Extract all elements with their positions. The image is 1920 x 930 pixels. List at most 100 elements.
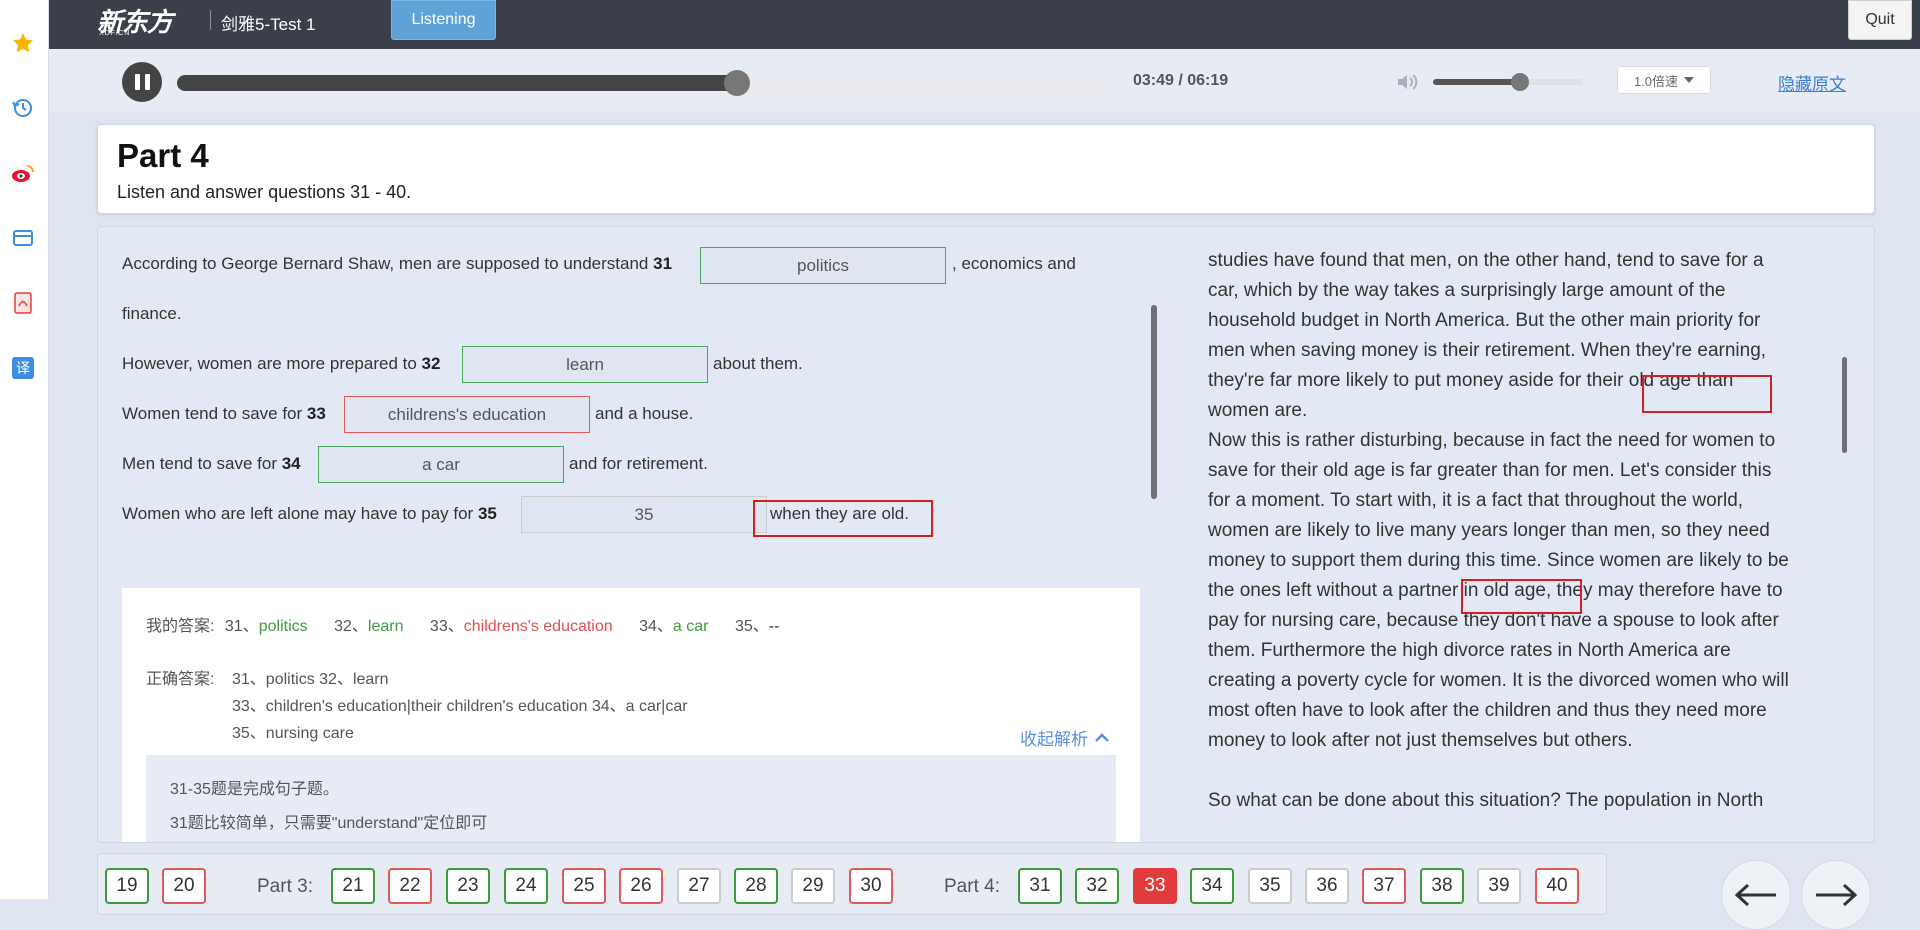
answer-num: 35、	[734, 618, 769, 635]
volume-handle[interactable]	[1511, 73, 1529, 91]
answer-num: 32、	[334, 618, 368, 635]
left-scrollbar[interactable]	[1151, 305, 1157, 499]
arrow-left-icon	[1734, 883, 1776, 907]
answer-num: 34、	[639, 618, 673, 635]
history-icon[interactable]	[10, 95, 36, 121]
question-31-cont: finance.	[122, 304, 182, 323]
transcript-panel: studies have found that men, on the othe…	[1208, 227, 1838, 817]
top-bar: 新东方 XDF.CN 剑雅5-Test 1 Listening Quit	[49, 0, 1920, 49]
answer-34-field[interactable]: a car	[318, 446, 564, 483]
my-answer-34: a car	[672, 618, 709, 635]
question-text: According to George Bernard Shaw, men ar…	[122, 254, 649, 273]
my-answer-35: --	[768, 618, 780, 635]
prev-arrow-button[interactable]	[1721, 860, 1791, 930]
correct-answers-line-3: 35、nursing care	[232, 725, 354, 742]
tab-listening[interactable]: Listening	[391, 0, 496, 40]
divider	[210, 10, 211, 30]
transcript-line: most often have to look after the childr…	[1208, 700, 1767, 721]
answer-32-field[interactable]: learn	[462, 346, 708, 383]
transcript-line: So what can be done about this situation…	[1208, 790, 1764, 811]
right-scrollbar[interactable]	[1842, 357, 1847, 453]
highlight-box	[1642, 375, 1772, 413]
pdf-icon[interactable]	[10, 290, 36, 316]
collapse-analysis-button[interactable]: 收起解析	[1020, 725, 1110, 750]
question-number: 33	[306, 404, 326, 423]
question-31: According to George Bernard Shaw, men ar…	[122, 254, 672, 274]
my-answer-33: childrens's education	[463, 618, 613, 635]
progress-handle[interactable]	[723, 70, 750, 96]
main-panel: According to George Bernard Shaw, men ar…	[97, 226, 1875, 843]
explanation-line-2: 31题比较简单，只需要"understand"定位即可	[170, 815, 488, 832]
pause-bar-icon	[144, 74, 150, 90]
pause-bar-icon	[134, 74, 140, 90]
transcript-line: Now this is rather disturbing, because i…	[1208, 430, 1776, 451]
highlight-box	[753, 500, 933, 537]
correct-answers-line-2: 33、children's education|their children's…	[232, 698, 688, 715]
my-answer-31: politics	[258, 618, 308, 635]
transcript-line: creating a poverty cycle for women. It i…	[1208, 670, 1789, 691]
transcript-line: men when saving money is their retiremen…	[1208, 340, 1767, 361]
question-text: However, women are more prepared to	[122, 354, 417, 373]
question-34: Men tend to save for 34	[122, 454, 301, 474]
answer-35-field[interactable]: 35	[521, 496, 767, 533]
question-32-post: about them.	[713, 354, 803, 373]
question-31-post: , economics and	[952, 254, 1076, 273]
question-number: 35	[477, 504, 497, 523]
explanation-box: 31-35题是完成句子题。 31题比较简单，只需要"understand"定位即…	[146, 755, 1116, 842]
question-number: 34	[281, 454, 301, 473]
part-header: Part 4 Listen and answer questions 31 - …	[97, 124, 1875, 214]
chevron-down-icon	[1684, 77, 1695, 83]
speed-label: 1.0倍速	[1633, 73, 1679, 89]
transcript-line: women are likely to live many years long…	[1208, 520, 1770, 541]
volume-slider[interactable]	[1433, 73, 1583, 91]
transcript-line: save for their old age is far greater th…	[1208, 460, 1772, 481]
progress-bar[interactable]	[177, 70, 1105, 96]
question-number: 31	[653, 254, 673, 273]
my-answers-label: 我的答案:	[146, 618, 215, 635]
transcript-line: women are.	[1208, 400, 1308, 421]
logo-sub: XDF.CN	[99, 30, 131, 37]
answer-31-field[interactable]: politics	[700, 247, 946, 284]
question-33: Women tend to save for 33	[122, 404, 326, 424]
hide-transcript-link[interactable]: 隐藏原文	[1778, 70, 1846, 95]
translate-icon[interactable]: 译	[10, 355, 36, 381]
collapse-label: 收起解析	[1020, 730, 1088, 749]
translate-glyph: 译	[12, 357, 34, 379]
quit-button[interactable]: Quit	[1848, 0, 1912, 40]
volume-icon[interactable]	[1394, 69, 1420, 95]
speed-select[interactable]: 1.0倍速	[1617, 66, 1711, 94]
transcript-line: money to support them during this time. …	[1208, 550, 1789, 571]
correct-answers-line-1: 31、politics 32、learn	[232, 671, 389, 688]
left-rail: 译	[0, 0, 49, 899]
transcript-line: them. Furthermore the high divorce rates…	[1208, 640, 1731, 661]
answer-33-field[interactable]: childrens's education	[344, 396, 590, 433]
card-icon[interactable]	[10, 225, 36, 251]
my-answers-row: 我的答案: 31、politics 32、learn 33、childrens'…	[146, 612, 779, 636]
transcript-line: household budget in North America. But t…	[1208, 310, 1761, 331]
part-4-label: Part 4:	[944, 876, 1000, 897]
transcript-line: for a moment. To start with, it is a fac…	[1208, 490, 1744, 511]
highlight-box	[1461, 579, 1582, 614]
part-3-label: Part 3:	[257, 876, 313, 897]
question-35: Women who are left alone may have to pay…	[122, 504, 497, 524]
progress-fill	[177, 75, 737, 91]
chevron-up-icon	[1095, 732, 1109, 742]
next-arrow-button[interactable]	[1801, 860, 1871, 930]
weibo-icon[interactable]	[10, 160, 36, 186]
question-34-post: and for retirement.	[569, 454, 708, 473]
arrow-right-icon	[1816, 883, 1858, 907]
part-subtitle: Listen and answer questions 31 - 40.	[117, 182, 412, 202]
pause-button[interactable]	[122, 62, 162, 102]
question-32: However, women are more prepared to 32	[122, 354, 440, 374]
correct-answers-label: 正确答案:	[146, 671, 215, 688]
time-display: 03:49 / 06:19	[1133, 72, 1229, 89]
transcript-line: car, which by the way takes a surprising…	[1208, 280, 1726, 301]
star-icon[interactable]	[10, 30, 36, 56]
explanation-line-1: 31-35题是完成句子题。	[170, 781, 339, 798]
volume-fill	[1433, 79, 1520, 85]
audio-player: 03:49 / 06:19 1.0倍速 隐藏原文	[49, 49, 1920, 112]
transcript-line: money to look after not just themselves …	[1208, 730, 1633, 751]
part-title: Part 4	[117, 137, 209, 174]
test-title: 剑雅5-Test 1	[221, 15, 316, 34]
question-text: Men tend to save for	[122, 454, 277, 473]
